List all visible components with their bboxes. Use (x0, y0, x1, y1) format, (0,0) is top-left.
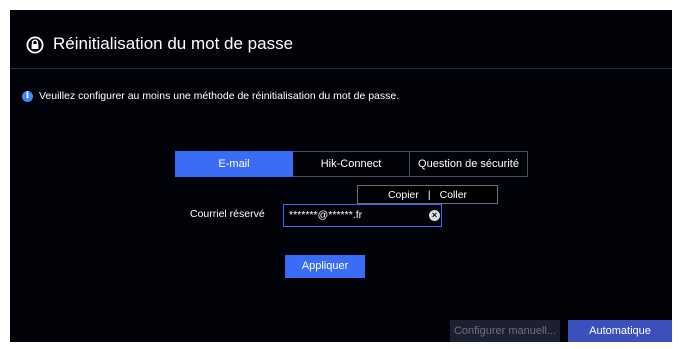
info-text: Veuillez configurer au moins une méthode… (39, 90, 400, 102)
tab-hik-connect[interactable]: Hik-Connect (293, 151, 410, 177)
email-field-label: Courriel réservé (190, 208, 265, 220)
tab-security-question[interactable]: Question de sécurité (410, 151, 528, 177)
password-reset-dialog: Réinitialisation du mot de passe i Veuil… (10, 10, 672, 342)
email-field[interactable]: *******@******.fr (283, 204, 442, 227)
tab-email[interactable]: E-mail (175, 151, 293, 177)
configure-manually-button[interactable]: Configurer manuell... (450, 320, 560, 342)
dialog-header: Réinitialisation du mot de passe (10, 10, 672, 69)
copy-button[interactable]: Copier (382, 189, 425, 201)
clipboard-popup: Copier | Coller (357, 185, 498, 204)
dialog-title: Réinitialisation du mot de passe (53, 34, 294, 53)
clipboard-separator: | (427, 188, 431, 201)
automatic-button[interactable]: Automatique (568, 320, 672, 342)
info-message: i Veuillez configurer au moins une métho… (22, 89, 399, 103)
reset-method-tabs: E-mail Hik-Connect Question de sécurité (175, 151, 528, 177)
paste-button[interactable]: Coller (434, 189, 473, 201)
lock-reset-icon (26, 36, 44, 54)
apply-button[interactable]: Appliquer (285, 255, 365, 278)
info-icon: i (22, 90, 33, 102)
screen: Réinitialisation du mot de passe i Veuil… (0, 0, 682, 349)
clear-icon[interactable]: × (429, 210, 440, 221)
